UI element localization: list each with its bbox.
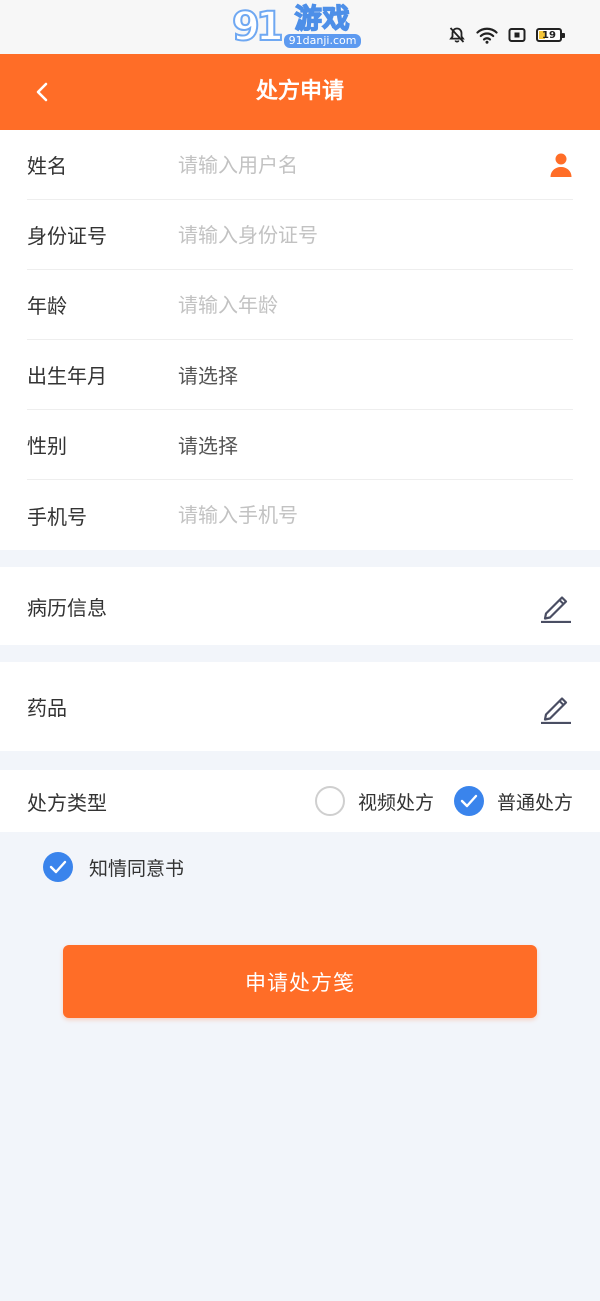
age-label: 年龄 — [27, 294, 67, 318]
id-number-label: 身份证号 — [27, 224, 107, 248]
page-title: 处方申请 — [255, 79, 344, 104]
medical-history-label: 病历信息 — [27, 595, 107, 620]
phone-input[interactable] — [178, 503, 573, 527]
consent-checkbox-row[interactable]: 知情同意书 — [43, 852, 184, 882]
video-prescription-label: 视频处方 — [357, 791, 434, 814]
nav-bar: 处方申请 — [0, 54, 600, 130]
watermark-number: 91 — [231, 4, 285, 50]
age-input[interactable] — [178, 292, 573, 317]
phone-label: 手机号 — [27, 504, 87, 529]
edit-icon[interactable] — [539, 690, 573, 724]
chevron-left-icon — [36, 82, 48, 102]
screen-record-icon — [508, 28, 526, 42]
birth-row[interactable]: 出生年月 请选择 — [27, 340, 573, 410]
medical-history-section[interactable]: 病历信息 — [0, 567, 600, 645]
id-number-input[interactable] — [178, 222, 573, 247]
wifi-icon — [476, 27, 498, 44]
submit-prescription-button[interactable]: 申请处方笺 — [63, 945, 537, 1018]
edit-icon[interactable] — [539, 589, 573, 623]
battery-level: 19 — [542, 29, 556, 41]
radio-unchecked-icon[interactable] — [314, 786, 345, 816]
bell-mute-icon — [449, 27, 465, 43]
checkmark-icon — [49, 860, 67, 874]
watermark-logo: 91 游戏 91danji.com — [231, 2, 362, 52]
id-number-row: 身份证号 — [27, 200, 573, 270]
consent-checkbox[interactable] — [43, 852, 73, 882]
normal-prescription-label: 普通处方 — [496, 791, 573, 814]
birth-select[interactable]: 请选择 — [178, 360, 573, 389]
radio-checked-icon[interactable] — [453, 786, 484, 816]
checkmark-icon — [460, 794, 478, 808]
age-row: 年龄 — [27, 270, 573, 340]
user-icon[interactable] — [549, 152, 573, 178]
gender-row[interactable]: 性别 请选择 — [27, 410, 573, 480]
back-button[interactable] — [22, 72, 62, 112]
patient-form: 姓名 身份证号 年龄 出生年月 请选择 性别 请选择 手机号 — [0, 130, 600, 550]
status-icons: 19 — [448, 26, 565, 44]
normal-prescription-option[interactable]: 普通处方 — [453, 786, 573, 816]
consent-label[interactable]: 知情同意书 — [89, 854, 184, 881]
name-input[interactable] — [178, 152, 573, 177]
battery-icon: 19 — [536, 28, 565, 42]
phone-row: 手机号 — [27, 480, 573, 550]
watermark-domain: 91danji.com — [283, 34, 362, 49]
drugs-label: 药品 — [27, 696, 67, 720]
name-row: 姓名 — [27, 130, 573, 200]
drugs-section[interactable]: 药品 — [0, 662, 600, 751]
name-label: 姓名 — [27, 154, 67, 178]
prescription-type-section: 处方类型 视频处方 普通处方 — [0, 770, 600, 832]
birth-label: 出生年月 — [27, 364, 107, 388]
video-prescription-option[interactable]: 视频处方 — [314, 786, 434, 816]
watermark-title: 游戏 — [294, 3, 351, 35]
prescription-type-label: 处方类型 — [27, 790, 107, 815]
gender-label: 性别 — [27, 434, 67, 458]
status-bar: 91 游戏 91danji.com 19 — [0, 0, 600, 54]
gender-select[interactable]: 请选择 — [178, 430, 573, 459]
